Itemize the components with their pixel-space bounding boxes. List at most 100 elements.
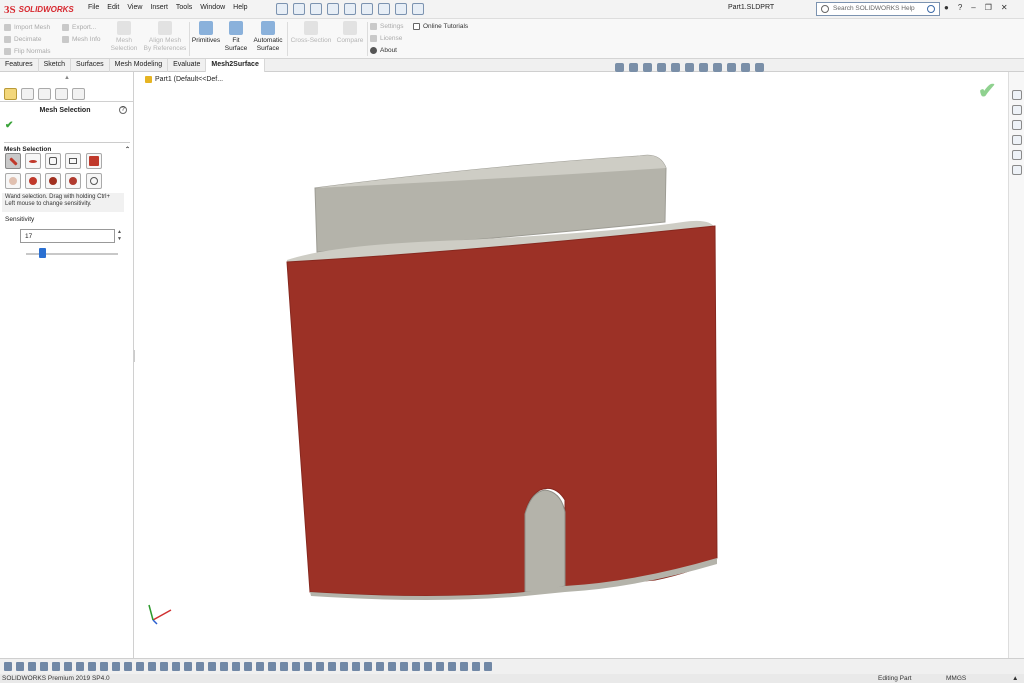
coordinate-system-icon[interactable] [340, 662, 348, 671]
align-mesh-button[interactable]: Align Mesh By References [142, 21, 188, 53]
status-units[interactable]: MMGS [946, 675, 966, 682]
revolve-tool-icon[interactable] [100, 662, 108, 671]
tab-features[interactable]: Features [0, 59, 39, 72]
print-icon[interactable] [344, 3, 356, 15]
mesh-selection-button[interactable]: Mesh Selection [110, 21, 138, 53]
mesh-info-button[interactable]: Mesh Info [62, 33, 101, 45]
restore-button[interactable]: ❐ [985, 3, 992, 12]
sensitivity-spinner[interactable]: ▲ ▼ [116, 229, 123, 243]
draft-tool-icon[interactable] [484, 662, 492, 671]
edit-appearance-icon[interactable] [727, 63, 736, 72]
options-gear-icon[interactable] [412, 3, 424, 15]
sweep-tool-icon[interactable] [112, 662, 120, 671]
feature-tree-tab-icon[interactable] [21, 88, 34, 100]
chevron-up-icon[interactable]: ⌃ [125, 146, 130, 153]
undo-icon[interactable] [361, 3, 373, 15]
config-manager-tab-icon[interactable] [55, 88, 68, 100]
section-tool-icon[interactable] [220, 662, 228, 671]
zoom-area-icon[interactable] [629, 63, 638, 72]
shell-tool-icon[interactable] [160, 662, 168, 671]
export-button[interactable]: Export... [62, 21, 101, 33]
import-mesh-button[interactable]: Import Mesh [4, 21, 50, 33]
rebuild-icon[interactable] [395, 3, 407, 15]
license-button[interactable]: License [370, 32, 404, 44]
section-view-icon[interactable] [657, 63, 666, 72]
menu-insert[interactable]: Insert [150, 4, 168, 11]
trim-tool-icon[interactable] [268, 662, 276, 671]
about-button[interactable]: About [370, 44, 404, 56]
previous-view-icon[interactable] [643, 63, 652, 72]
invert-selection-button[interactable] [45, 173, 61, 189]
compare-button[interactable]: Compare [335, 21, 365, 45]
lights-tool-icon[interactable] [400, 662, 408, 671]
mesh2surface-panel-tab-icon[interactable] [4, 88, 17, 100]
mass-properties-icon[interactable] [208, 662, 216, 671]
close-button[interactable]: ✕ [1001, 3, 1008, 12]
search-go-icon[interactable] [927, 5, 935, 13]
primitives-button[interactable]: Primitives [191, 21, 221, 45]
flag-tool-icon[interactable] [448, 662, 456, 671]
online-tutorials-button[interactable]: Online Tutorials [413, 20, 468, 32]
line-tool-icon[interactable] [28, 662, 36, 671]
rectangle-selection-button[interactable] [65, 153, 81, 169]
mesh-notch-slot[interactable] [524, 489, 566, 593]
sketch-tool-icon[interactable] [4, 662, 12, 671]
wand-selection-button[interactable] [5, 153, 21, 169]
extend-tool-icon[interactable] [280, 662, 288, 671]
menu-edit[interactable]: Edit [107, 4, 119, 11]
minimize-button[interactable]: – [971, 3, 975, 12]
measure-tool-icon[interactable] [196, 662, 204, 671]
split-line-icon[interactable] [316, 662, 324, 671]
knit-tool-icon[interactable] [256, 662, 264, 671]
zoom-to-fit-icon[interactable] [615, 63, 624, 72]
menu-help[interactable]: Help [233, 4, 247, 11]
file-explorer-icon[interactable] [1012, 120, 1022, 130]
decal-tool-icon[interactable] [376, 662, 384, 671]
axis-tool-icon[interactable] [352, 662, 360, 671]
rib-tool-icon[interactable] [472, 662, 480, 671]
plane-tool-icon[interactable] [76, 662, 84, 671]
settings-button[interactable]: Settings [370, 20, 404, 32]
appearance-tool-icon[interactable] [424, 662, 432, 671]
appearance-tab-icon[interactable] [72, 88, 85, 100]
hide-selection-button[interactable] [65, 173, 81, 189]
menu-view[interactable]: View [127, 4, 142, 11]
pattern-tool-icon[interactable] [184, 662, 192, 671]
menu-tools[interactable]: Tools [176, 4, 192, 11]
view-palette-icon[interactable] [1012, 135, 1022, 145]
scene-tool-icon[interactable] [412, 662, 420, 671]
fit-surface-button[interactable]: Fit Surface [224, 21, 248, 53]
help-question-icon[interactable]: ? [119, 106, 127, 114]
tab-evaluate[interactable]: Evaluate [168, 59, 207, 72]
reference-geometry-icon[interactable] [328, 662, 336, 671]
point-tool-icon[interactable] [64, 662, 72, 671]
select-all-button[interactable] [86, 153, 102, 169]
fillet-tool-icon[interactable] [136, 662, 144, 671]
hole-wizard-icon[interactable] [460, 662, 468, 671]
tab-mesh-modeling[interactable]: Mesh Modeling [110, 59, 169, 72]
display-style-icon[interactable] [699, 63, 708, 72]
tab-sketch[interactable]: Sketch [39, 59, 72, 72]
mesh-selection-section[interactable]: Mesh Selection ⌃ [4, 142, 130, 153]
chamfer-tool-icon[interactable] [148, 662, 156, 671]
view-orientation-icon[interactable] [685, 63, 694, 72]
tab-surfaces[interactable]: Surfaces [71, 59, 110, 72]
decimate-button[interactable]: Decimate [4, 33, 50, 45]
curve-tool-icon[interactable] [232, 662, 240, 671]
status-options-icon[interactable]: ▲ [1012, 675, 1018, 682]
render-tool-icon[interactable] [364, 662, 372, 671]
property-manager-tab-icon[interactable] [38, 88, 51, 100]
solidworks-resources-home-icon[interactable] [1012, 90, 1022, 100]
new-document-icon[interactable] [293, 3, 305, 15]
flip-normals-button[interactable]: Flip Normals [4, 45, 50, 57]
mesh-selected-region[interactable] [286, 225, 718, 597]
save-icon[interactable] [327, 3, 339, 15]
smart-dimension-icon[interactable] [16, 662, 24, 671]
shrink-selection-button[interactable] [25, 173, 41, 189]
help-search-input[interactable]: Search SOLIDWORKS Help [816, 2, 940, 16]
user-icon[interactable]: ● [944, 3, 949, 12]
graphics-viewport[interactable]: Part1 (Default<<Def... ✔ [135, 63, 1008, 658]
sensitivity-input[interactable]: 17 [20, 229, 115, 243]
help-icon[interactable]: ? [958, 3, 962, 12]
open-folder-icon[interactable] [310, 3, 322, 15]
